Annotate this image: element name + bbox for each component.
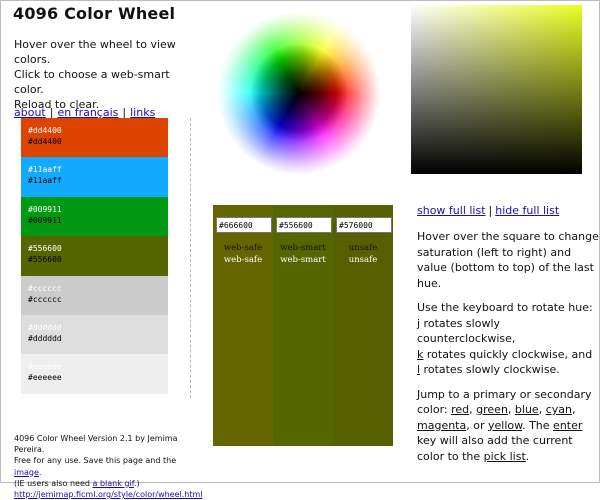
help-square: Hover over the square to change saturati…: [417, 230, 599, 290]
unsafe-column: unsafe unsafe: [333, 205, 393, 446]
page-title: 4096 Color Wheel: [13, 4, 176, 23]
swatch-hex-dark: #009911: [28, 215, 62, 225]
help-keyboard-lead: Use the keyboard to rotate hue:: [417, 301, 593, 314]
swatch-hex-dark: #dddddd: [28, 333, 62, 343]
swatch-hex-dark: #11aaff: [28, 176, 62, 186]
swatch-hex-dark: #556600: [28, 255, 62, 265]
help-jump: Jump to a primary or secondary color: re…: [417, 387, 592, 463]
web-safe-label-light: web-safe: [223, 255, 263, 265]
swatch-hex-light: #cccccc: [28, 283, 62, 293]
help-keyboard: Use the keyboard to rotate hue: j rotate…: [417, 301, 593, 376]
help-text: Hover over the square to change saturati…: [417, 229, 599, 473]
swatch-hex-dark: #cccccc: [28, 294, 62, 304]
web-safe-column: web-safe web-safe: [213, 205, 273, 446]
footer-url: http://jemimap.ficml.org/style/color/whe…: [14, 489, 204, 500]
color-swatch[interactable]: #556600 #556600: [21, 236, 168, 276]
web-safe-label-dark: web-safe: [223, 243, 263, 253]
show-full-list-link[interactable]: show full list: [417, 204, 486, 217]
web-smart-hex-field[interactable]: [276, 217, 332, 233]
unsafe-label-light: unsafe: [348, 255, 378, 265]
hide-full-list-link[interactable]: hide full list: [495, 204, 559, 217]
key-green: green: [476, 403, 508, 416]
footer-credit: 4096 Color Wheel Version 2.1 by Jemima P…: [14, 434, 178, 455]
pick-list-term: pick list: [483, 449, 526, 463]
intro-line-hover: Hover over the wheel to view colors.: [14, 38, 176, 66]
footer: 4096 Color Wheel Version 2.1 by Jemima P…: [14, 433, 204, 500]
key-yellow: yellow: [487, 418, 523, 432]
key-magenta: magenta: [417, 418, 467, 432]
color-swatch[interactable]: #eeeeee #eeeeee: [21, 354, 168, 394]
blank-gif-link[interactable]: a blank gif: [93, 479, 134, 488]
key-cyan: cyan: [545, 403, 572, 416]
list-links: show full list | hide full list: [417, 204, 560, 217]
swatch-hex-light: #009911: [28, 204, 62, 214]
column-divider: [190, 118, 191, 398]
color-swatch[interactable]: #11aaff #11aaff: [21, 157, 168, 197]
image-link[interactable]: image: [14, 468, 39, 477]
color-comparison-panel: web-safe web-safe web-smart web-smart un…: [213, 205, 393, 446]
swatch-hex-dark: #eeeeee: [28, 373, 62, 383]
web-smart-column: web-smart web-smart: [273, 205, 333, 446]
intro-line-click: Click to choose a web-smart color.: [14, 68, 170, 96]
unsafe-label-dark: unsafe: [348, 243, 378, 253]
swatch-hex-light: #dd4400: [28, 126, 62, 135]
key-blue: blue: [514, 403, 539, 416]
color-swatch[interactable]: #009911 #009911: [21, 196, 168, 237]
picked-color-list: #dd4400 #dd4400 #11aaff #11aaff #009911 #00…: [21, 118, 168, 394]
color-swatch[interactable]: #dd4400 #dd4400: [21, 118, 168, 158]
page-url-link[interactable]: http://jemimap.ficml.org/style/color/whe…: [14, 490, 203, 499]
web-safe-hex-field[interactable]: [216, 217, 272, 233]
color-swatch[interactable]: #cccccc #cccccc: [21, 275, 168, 315]
footer-ie-note: (IE users also need a blank gif.): [14, 478, 140, 488]
intro-text: Hover over the wheel to view colors. Cli…: [14, 37, 194, 112]
web-smart-label-light: web-smart: [280, 255, 326, 265]
swatch-hex-light: #556600: [28, 244, 62, 254]
unsafe-hex-field[interactable]: [336, 217, 392, 233]
swatch-hex-light: #11aaff: [28, 165, 62, 175]
swatch-hex-light: #dddddd: [28, 322, 62, 332]
swatch-hex-dark: #dd4400: [28, 137, 62, 146]
footer-license: Free for any use. Save this page and the…: [14, 456, 177, 477]
saturation-value-square[interactable]: [411, 5, 582, 174]
swatch-hex-light: #eeeeee: [28, 362, 62, 372]
key-red: red: [451, 403, 470, 416]
color-swatch[interactable]: #dddddd #dddddd: [21, 314, 168, 355]
color-wheel[interactable]: [217, 11, 381, 175]
key-enter: enter: [553, 418, 583, 432]
web-smart-label-dark: web-smart: [280, 243, 326, 253]
